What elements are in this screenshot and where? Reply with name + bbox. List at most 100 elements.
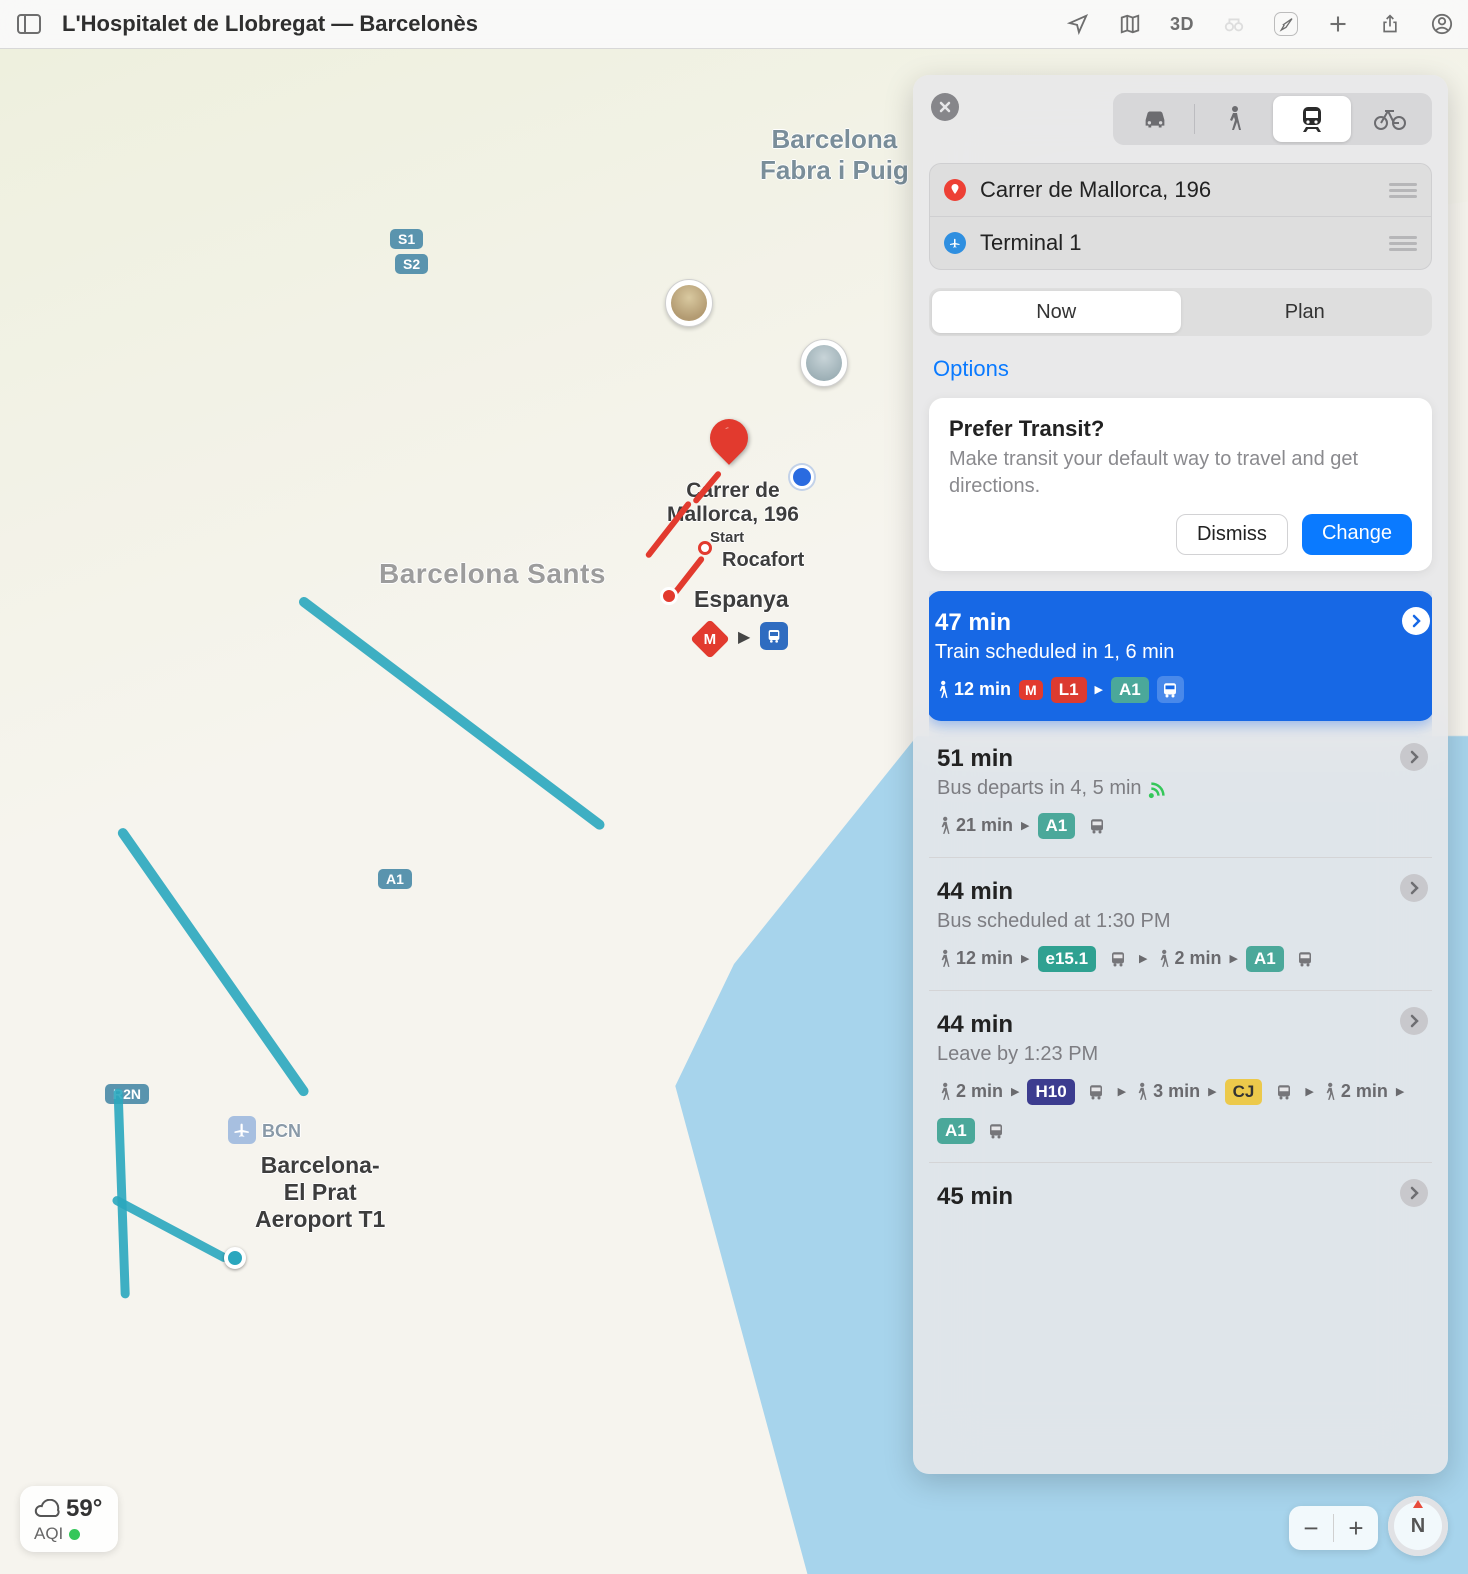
walk-icon (937, 1082, 952, 1102)
line-badge: e15.1 (1038, 946, 1097, 972)
sidebar-icon (17, 14, 41, 34)
poi-bubble[interactable] (665, 279, 713, 327)
temperature: 59° (66, 1496, 102, 1522)
add-button[interactable] (1326, 12, 1350, 36)
line-badge: CJ (1225, 1079, 1263, 1105)
line-badge: A1 (1038, 813, 1076, 839)
share-button[interactable] (1378, 12, 1402, 36)
aqi-label: AQI (34, 1525, 63, 1544)
close-panel-button[interactable] (931, 93, 959, 121)
route-expand-button[interactable] (1400, 743, 1428, 771)
leg-separator-icon: ▶ (1095, 683, 1103, 696)
stop-origin-row[interactable]: Carrer de Mallorca, 196 (930, 164, 1431, 216)
station-label-rocafort: Rocafort (722, 549, 804, 572)
weather-widget[interactable]: 59° AQI (20, 1486, 118, 1552)
walk-icon (1134, 1082, 1149, 1102)
chevron-right-icon (1409, 750, 1419, 764)
toolbar-actions: 3D (1066, 12, 1454, 36)
leg-separator-icon: ▶ (1011, 1085, 1019, 1098)
chevron-right-icon (1409, 1014, 1419, 1028)
leg-separator-icon: ▶ (1118, 1085, 1126, 1098)
bus-icon (1292, 945, 1319, 972)
dest-text: Terminal 1 (980, 230, 1375, 256)
road-shield: S2 (395, 254, 428, 274)
directions-panel: Carrer de Mallorca, 196 Terminal 1 Now P… (913, 75, 1448, 1474)
route-legs: 2 min▶H10▶3 min▶CJ▶2 min▶A1 (937, 1078, 1418, 1144)
bus-icon (983, 1117, 1010, 1144)
walk-icon (937, 949, 952, 969)
route-expand-button[interactable] (1400, 1179, 1428, 1207)
line-badge: A1 (1246, 946, 1284, 972)
start-label: Start (710, 529, 744, 546)
location-title: L'Hospitalet de Llobregat — Barcelonès (62, 11, 1048, 37)
station-dot-espanya (660, 587, 678, 605)
prefer-title: Prefer Transit? (949, 416, 1412, 442)
3d-toggle[interactable]: 3D (1170, 14, 1194, 35)
routes-list[interactable]: 47 min Train scheduled in 1, 6 min 12 mi… (929, 591, 1432, 1474)
station-label-espanya: Espanya (694, 586, 789, 613)
leg-separator-icon: ▶ (1208, 1085, 1216, 1098)
transport-mode-segmented (1113, 93, 1432, 145)
reorder-grip-icon[interactable] (1389, 236, 1417, 251)
locate-button[interactable] (1066, 12, 1090, 36)
account-button[interactable] (1430, 12, 1454, 36)
zoom-out-button[interactable]: − (1289, 1506, 1333, 1550)
route-expand-button[interactable] (1400, 1007, 1428, 1035)
directions-button[interactable] (1274, 12, 1298, 36)
dismiss-button[interactable]: Dismiss (1176, 514, 1288, 555)
chevron-right-icon (1409, 1186, 1419, 1200)
walk-leg: 12 min (935, 679, 1011, 700)
stop-dest-row[interactable]: Terminal 1 (930, 216, 1431, 269)
bus-icon (1083, 1078, 1110, 1105)
map-icon (1119, 13, 1141, 35)
leg-separator-icon: ▶ (1396, 1085, 1404, 1098)
route-expand-button[interactable] (1400, 874, 1428, 902)
walk-leg: 2 min (1322, 1081, 1388, 1102)
change-button[interactable]: Change (1302, 514, 1412, 555)
toggle-sidebar-button[interactable] (14, 9, 44, 39)
route-subtitle: Bus scheduled at 1:30 PM (937, 910, 1418, 933)
road-shield: A1 (378, 869, 412, 889)
line-badge: A1 (937, 1118, 975, 1144)
account-icon (1431, 13, 1453, 35)
leg-separator-icon: ▶ (1021, 952, 1029, 965)
destination-dot (224, 1247, 246, 1269)
bus-icon (1083, 812, 1110, 839)
walk-icon (1224, 105, 1244, 133)
prefer-transit-card: Prefer Transit? Make transit your defaul… (929, 398, 1432, 571)
mode-cycling[interactable] (1351, 96, 1429, 142)
bus-icon (1104, 945, 1131, 972)
mode-driving[interactable] (1116, 96, 1194, 142)
time-tab-now[interactable]: Now (932, 291, 1181, 333)
origin-text: Carrer de Mallorca, 196 (980, 177, 1375, 203)
route-duration: 44 min (937, 878, 1418, 906)
airport-code: BCN (262, 1121, 301, 1142)
zoom-in-button[interactable]: + (1334, 1506, 1378, 1550)
route-legs: 12 minML1▶A1 (935, 676, 1420, 703)
route-card[interactable]: 44 min Leave by 1:23 PM 2 min▶H10▶3 min▶… (929, 990, 1432, 1162)
leg-separator-icon: ▶ (1139, 952, 1147, 965)
route-card[interactable]: 47 min Train scheduled in 1, 6 min 12 mi… (929, 591, 1432, 721)
share-icon (1380, 13, 1400, 35)
time-tab-plan[interactable]: Plan (1181, 291, 1430, 333)
line-badge: A1 (1111, 677, 1149, 703)
reorder-grip-icon[interactable] (1389, 183, 1417, 198)
walk-leg: 12 min (937, 948, 1013, 969)
mode-transit[interactable] (1273, 96, 1351, 142)
map-label-sants: Barcelona Sants (379, 558, 606, 590)
route-subtitle: Train scheduled in 1, 6 min (935, 641, 1420, 664)
route-card[interactable]: 51 min Bus departs in 4, 5 min 21 min▶A1 (929, 727, 1432, 857)
route-expand-button[interactable] (1402, 607, 1430, 635)
compass-button[interactable]: N (1388, 1496, 1448, 1556)
options-link[interactable]: Options (933, 356, 1428, 382)
walk-leg: 2 min (937, 1081, 1003, 1102)
route-card[interactable]: 44 min Bus scheduled at 1:30 PM 12 min ▶ e… (929, 857, 1432, 990)
walk-icon (1322, 1082, 1337, 1102)
leg-separator-icon: ▶ (1021, 819, 1029, 832)
map-mode-button[interactable] (1118, 12, 1142, 36)
mode-walking[interactable] (1195, 96, 1273, 142)
poi-bubble[interactable] (800, 339, 848, 387)
map-label-fabra: Barcelona Fabra i Puig (760, 124, 909, 186)
route-card[interactable]: 45 min (929, 1162, 1432, 1233)
look-around-button[interactable] (1222, 12, 1246, 36)
